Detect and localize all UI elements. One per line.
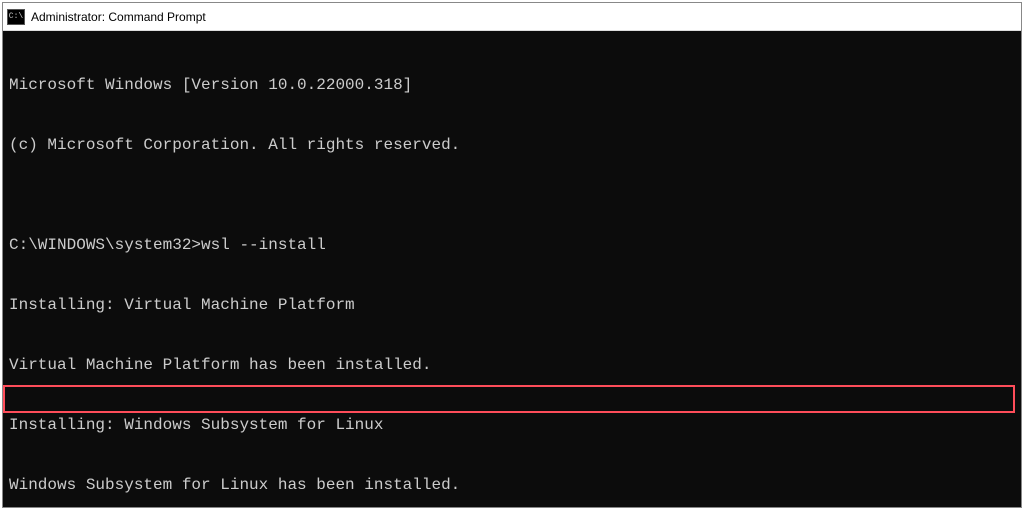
output-line: Installing: Windows Subsystem for Linux [9,415,1015,435]
output-line: Microsoft Windows [Version 10.0.22000.31… [9,75,1015,95]
output-line: Windows Subsystem for Linux has been ins… [9,475,1015,495]
prompt-line: C:\WINDOWS\system32>wsl --install [9,235,1015,255]
titlebar[interactable]: C:\ Administrator: Command Prompt [3,3,1021,31]
highlight-annotation [3,385,1015,413]
window-title: Administrator: Command Prompt [31,10,206,24]
command-prompt-window: C:\ Administrator: Command Prompt Micros… [2,2,1022,508]
cmd-icon: C:\ [7,9,25,25]
terminal-output[interactable]: Microsoft Windows [Version 10.0.22000.31… [3,31,1021,507]
output-line: (c) Microsoft Corporation. All rights re… [9,135,1015,155]
output-line: Virtual Machine Platform has been instal… [9,355,1015,375]
output-line: Installing: Virtual Machine Platform [9,295,1015,315]
